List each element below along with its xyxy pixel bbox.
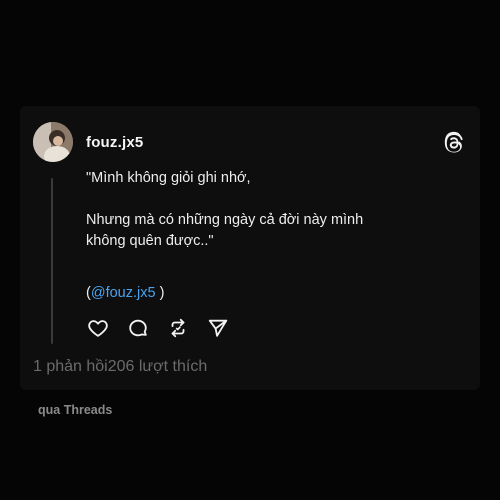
post-text: "Mình không giỏi ghi nhớ, Nhưng mà có nh… bbox=[86, 168, 456, 252]
heart-icon[interactable] bbox=[86, 316, 110, 340]
post-line-3: Nhưng mà có những ngày cả đời này mình bbox=[86, 212, 364, 228]
threads-logo-icon bbox=[441, 130, 467, 156]
thread-line bbox=[51, 178, 53, 344]
post-line-1: "Mình không giỏi ghi nhớ, bbox=[86, 170, 251, 186]
post-line-4: không quên được.." bbox=[86, 233, 214, 249]
avatar[interactable] bbox=[33, 122, 73, 162]
post-line-gap bbox=[86, 189, 456, 210]
action-bar bbox=[86, 316, 246, 340]
likes-count[interactable]: 206 lượt thích bbox=[108, 358, 207, 375]
page: fouz.jx5 "Mình không giỏi ghi nhớ, Nhưng… bbox=[0, 0, 500, 500]
comment-icon[interactable] bbox=[126, 316, 150, 340]
mention-close-paren: ) bbox=[155, 285, 165, 301]
post-stats: 1 phản hồi206 lượt thích bbox=[33, 358, 207, 376]
mention-link[interactable]: @fouz.jx5 bbox=[91, 285, 156, 301]
send-icon[interactable] bbox=[206, 316, 230, 340]
via-threads-label: qua Threads bbox=[38, 403, 113, 417]
replies-count[interactable]: 1 phản hồi bbox=[33, 358, 108, 375]
avatar-image bbox=[33, 122, 73, 162]
mention-line: (@fouz.jx5 ) bbox=[86, 285, 164, 301]
username[interactable]: fouz.jx5 bbox=[86, 134, 143, 151]
repost-icon[interactable] bbox=[166, 316, 190, 340]
